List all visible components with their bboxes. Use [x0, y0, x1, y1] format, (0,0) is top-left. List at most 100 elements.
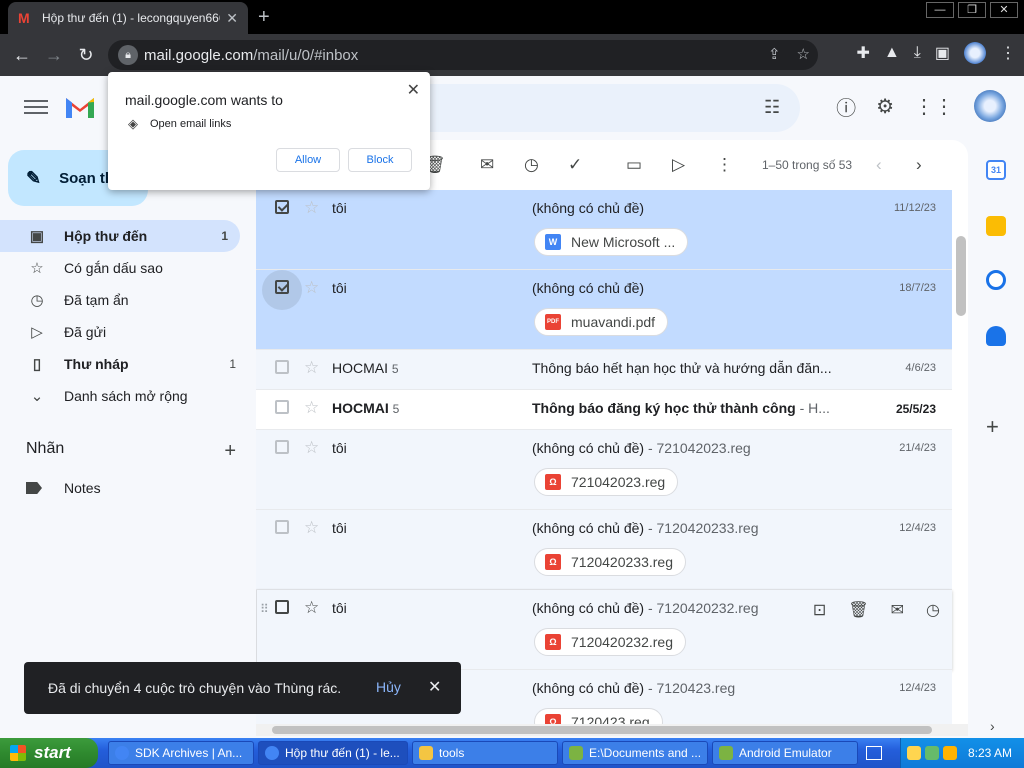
email-row[interactable]: ☆ tôi (không có chủ đề) 18/7/23 PDF muav… [256, 270, 952, 350]
archive-icon[interactable]: ⊡ [813, 600, 826, 620]
search-options-icon[interactable]: ☷ [764, 97, 780, 118]
row-checkbox[interactable] [275, 400, 289, 414]
attachment-chip[interactable]: W New Microsoft ... [534, 228, 689, 256]
star-icon[interactable]: ☆ [304, 278, 319, 298]
download-icon[interactable]: ⤓ [914, 44, 921, 62]
star-icon[interactable]: ☆ [304, 438, 319, 458]
apps-grid-icon[interactable]: ⋮⋮ [914, 94, 954, 119]
profile-avatar[interactable] [964, 42, 986, 64]
star-icon[interactable]: ☆ [304, 358, 319, 378]
block-button[interactable]: Block [348, 148, 412, 172]
snooze-icon[interactable]: ◷ [524, 155, 539, 175]
forward-icon[interactable]: → [38, 45, 70, 66]
lab-icon[interactable]: ▲ [884, 44, 900, 62]
tasks-icon[interactable] [986, 270, 1006, 290]
start-button[interactable]: start [0, 738, 98, 768]
attachment-chip[interactable]: PDF muavandi.pdf [534, 308, 669, 336]
row-checkbox[interactable] [275, 600, 289, 614]
show-side-panel-icon[interactable]: › [990, 718, 995, 734]
search-bar[interactable]: ☷ [400, 84, 800, 132]
more-menu-icon[interactable]: ⋮ [1000, 43, 1016, 63]
shield-icon[interactable] [907, 746, 921, 760]
hamburger-menu-icon[interactable] [24, 96, 48, 116]
email-row[interactable]: ☆ HOCMAI 5 Thông báo đăng ký học thử thà… [256, 390, 952, 430]
row-checkbox[interactable] [275, 360, 289, 374]
keep-icon[interactable] [986, 216, 1006, 236]
tab-close-icon[interactable]: ✕ [226, 10, 238, 27]
attachment-chip[interactable]: Ω 721042023.reg [534, 468, 679, 496]
vertical-scrollbar[interactable] [956, 236, 966, 316]
popup-close-icon[interactable]: ✕ [407, 80, 420, 100]
mark-unread-icon[interactable]: ✉ [891, 600, 904, 620]
add-label-icon[interactable]: + [224, 440, 236, 463]
address-bar[interactable]: 🔒︎ mail.google.com/mail/u/0/#inbox ⇪ ☆ [108, 40, 818, 70]
email-row[interactable]: ⠿ ☆ tôi (không có chủ đề) - 7120420232.r… [256, 590, 952, 670]
account-avatar[interactable] [974, 90, 1006, 122]
reload-icon[interactable]: ↻ [70, 45, 102, 66]
sidebar-item-drafts[interactable]: ▯ Thư nháp 1 [0, 348, 248, 380]
attachment-chip[interactable]: Ω 7120420233.reg [534, 548, 686, 576]
email-row[interactable]: ☆ tôi (không có chủ đề) - 721042023.reg … [256, 430, 952, 510]
network-icon[interactable] [925, 746, 939, 760]
snackbar-close-icon[interactable]: ✕ [428, 677, 441, 697]
horizontal-scrollbar[interactable] [256, 724, 968, 736]
share-icon[interactable]: ⇪ [768, 45, 781, 63]
taskbar-button[interactable]: E:\Documents and ... [562, 741, 708, 765]
star-icon[interactable]: ☆ [304, 518, 319, 538]
new-tab-icon[interactable]: + [258, 6, 270, 29]
row-checkbox[interactable] [275, 280, 289, 294]
email-row[interactable]: ☆ tôi (không có chủ đề) 11/12/23 W New M… [256, 190, 952, 270]
star-icon[interactable]: ☆ [304, 398, 319, 418]
attachment-chip[interactable]: Ω 7120423.reg [534, 708, 663, 724]
settings-gear-icon[interactable]: ⚙ [876, 94, 894, 119]
bookmark-star-icon[interactable]: ☆ [797, 45, 810, 63]
add-task-icon[interactable]: ✓ [568, 155, 582, 175]
sidebar-item-starred[interactable]: ☆ Có gắn dấu sao [0, 252, 248, 284]
taskbar-button[interactable]: SDK Archives | An... [108, 741, 254, 765]
sidebar-item-snoozed[interactable]: ◷ Đã tạm ẩn [0, 284, 248, 316]
lock-icon[interactable]: 🔒︎ [118, 45, 138, 65]
search-icon[interactable] [943, 746, 957, 760]
snooze-icon[interactable]: ◷ [926, 600, 940, 620]
gmail-logo-icon[interactable] [64, 94, 96, 120]
sidebar-item-more[interactable]: ⌄ Danh sách mở rộng [0, 380, 248, 412]
minimize-button[interactable]: — [926, 2, 954, 18]
star-icon[interactable]: ☆ [304, 598, 319, 618]
sidebar-item-sent[interactable]: ▷ Đã gửi [0, 316, 248, 348]
extensions-icon[interactable]: ✚ [857, 43, 870, 63]
restore-button[interactable]: ❐ [958, 2, 986, 18]
more-actions-icon[interactable]: ⋮ [716, 155, 733, 175]
row-checkbox[interactable] [275, 200, 289, 214]
sidebar-item-inbox[interactable]: ▣ Hộp thư đến 1 [0, 220, 240, 252]
delete-icon[interactable]: 🗑︎ [848, 600, 868, 620]
undo-button[interactable]: Hủy [376, 679, 401, 695]
help-icon[interactable]: ⓘ [836, 92, 856, 121]
star-icon[interactable]: ☆ [304, 198, 319, 218]
taskbar-button[interactable]: Hộp thư đến (1) - le... [258, 741, 408, 765]
contacts-icon[interactable] [986, 326, 1006, 346]
keyboard-icon[interactable] [866, 746, 882, 760]
email-row[interactable]: ☆ tôi (không có chủ đề) - 7120420233.reg… [256, 510, 952, 590]
email-row[interactable]: ☆ HOCMAI 5 Thông báo hết hạn học thử và … [256, 350, 952, 390]
add-addon-icon[interactable]: + [986, 414, 999, 440]
row-checkbox[interactable] [275, 440, 289, 454]
taskbar-button-label: E:\Documents and ... [589, 746, 702, 760]
side-panel-icon[interactable]: ▣ [935, 43, 950, 63]
back-icon[interactable]: ← [6, 45, 38, 66]
label-item-notes[interactable]: Notes [26, 480, 101, 496]
scrollbar-thumb[interactable] [272, 726, 932, 734]
drag-handle-icon[interactable]: ⠿ [260, 602, 269, 616]
taskbar-button[interactable]: tools [412, 741, 558, 765]
taskbar-button[interactable]: Android Emulator [712, 741, 858, 765]
allow-button[interactable]: Allow [276, 148, 340, 172]
label-icon[interactable]: ▷ [672, 155, 685, 175]
mark-unread-icon[interactable]: ✉ [480, 155, 494, 175]
move-to-icon[interactable]: ▭ [626, 155, 642, 175]
attachment-chip[interactable]: Ω 7120420232.reg [534, 628, 686, 656]
close-window-button[interactable]: ✕ [990, 2, 1018, 18]
row-checkbox[interactable] [275, 520, 289, 534]
prev-page-icon[interactable]: ‹ [876, 155, 882, 175]
next-page-icon[interactable]: › [916, 155, 922, 175]
browser-tab[interactable]: M Hộp thư đến (1) - lecongquyen666@ ✕ [8, 2, 248, 34]
calendar-icon[interactable]: 31 [986, 160, 1006, 180]
